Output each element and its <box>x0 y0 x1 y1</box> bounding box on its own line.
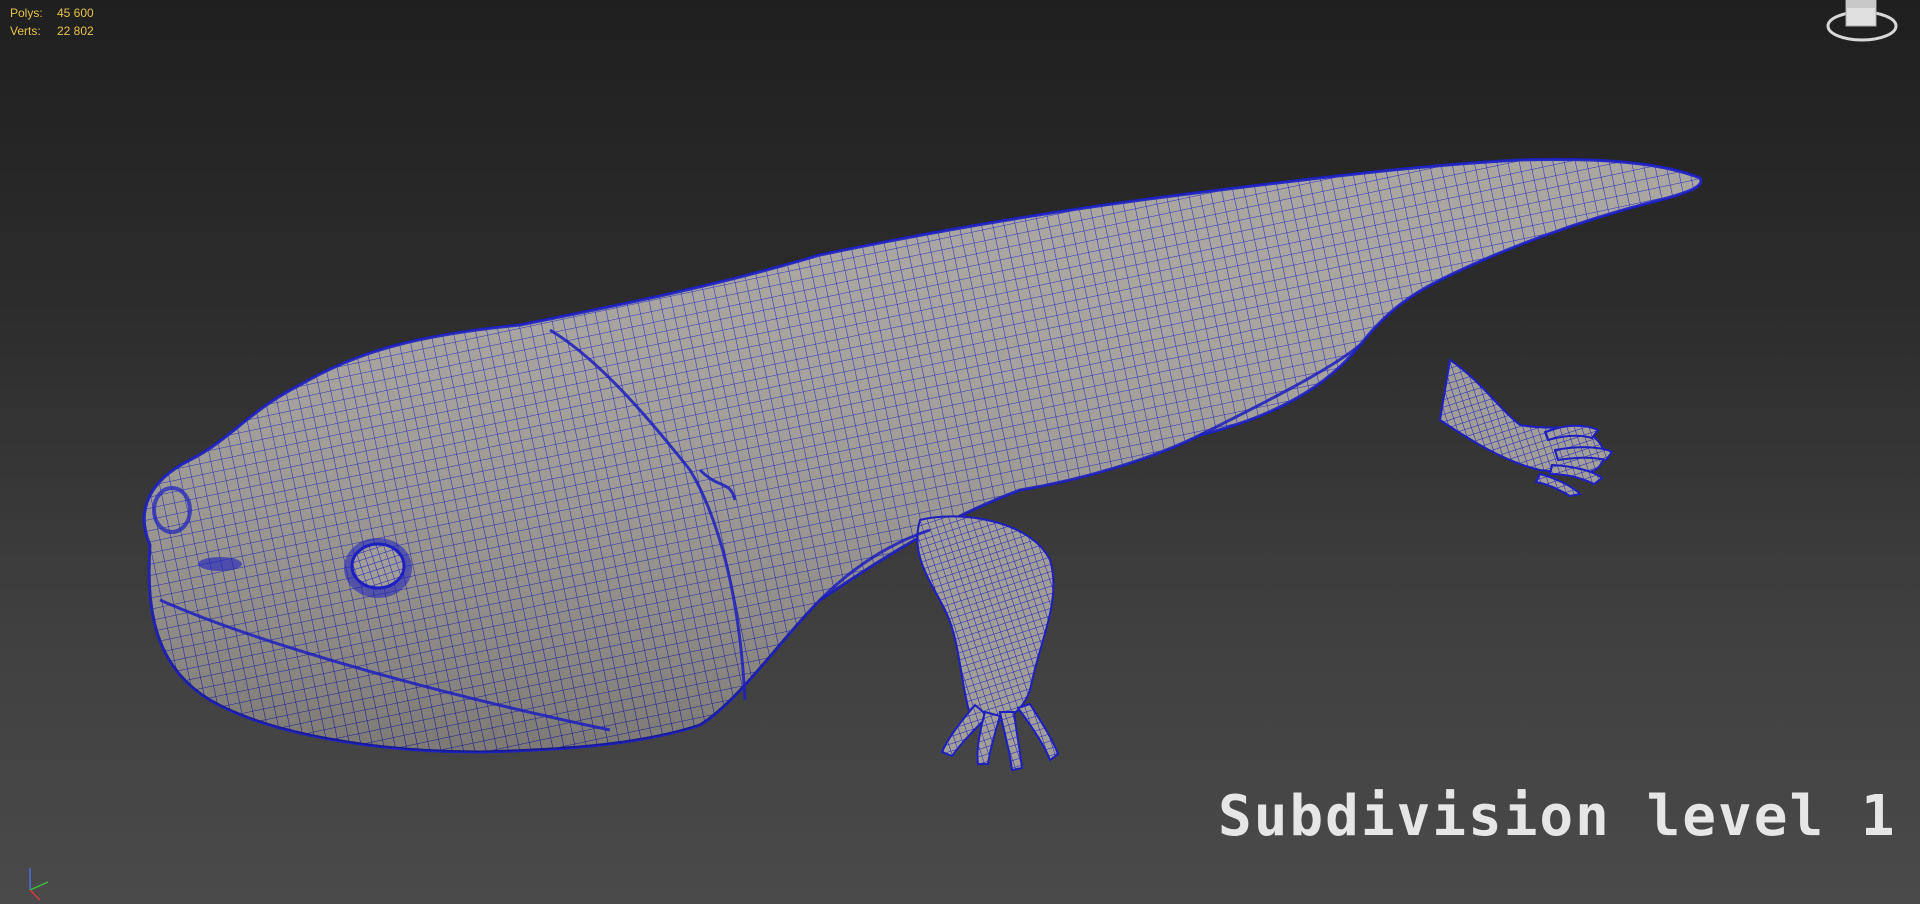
salamander-wireframe-model[interactable] <box>0 0 1920 904</box>
polys-value: 45 600 <box>57 6 94 20</box>
verts-label: Verts: <box>10 24 41 38</box>
viewport-statistics: Polys: 45 600 Verts: 22 802 <box>10 4 94 40</box>
front-toes <box>940 702 1060 772</box>
front-leg <box>916 515 1055 723</box>
axis-tripod-icon <box>29 868 49 901</box>
3d-viewport[interactable]: Polys: 45 600 Verts: 22 802 Subdivision … <box>0 0 1920 904</box>
subdivision-level-caption: Subdivision level 1 <box>1218 784 1897 849</box>
verts-value: 22 802 <box>57 24 94 38</box>
viewcube-icon <box>1826 0 1898 42</box>
nostril <box>198 557 242 571</box>
eye <box>344 538 412 598</box>
polys-label: Polys: <box>10 6 43 20</box>
